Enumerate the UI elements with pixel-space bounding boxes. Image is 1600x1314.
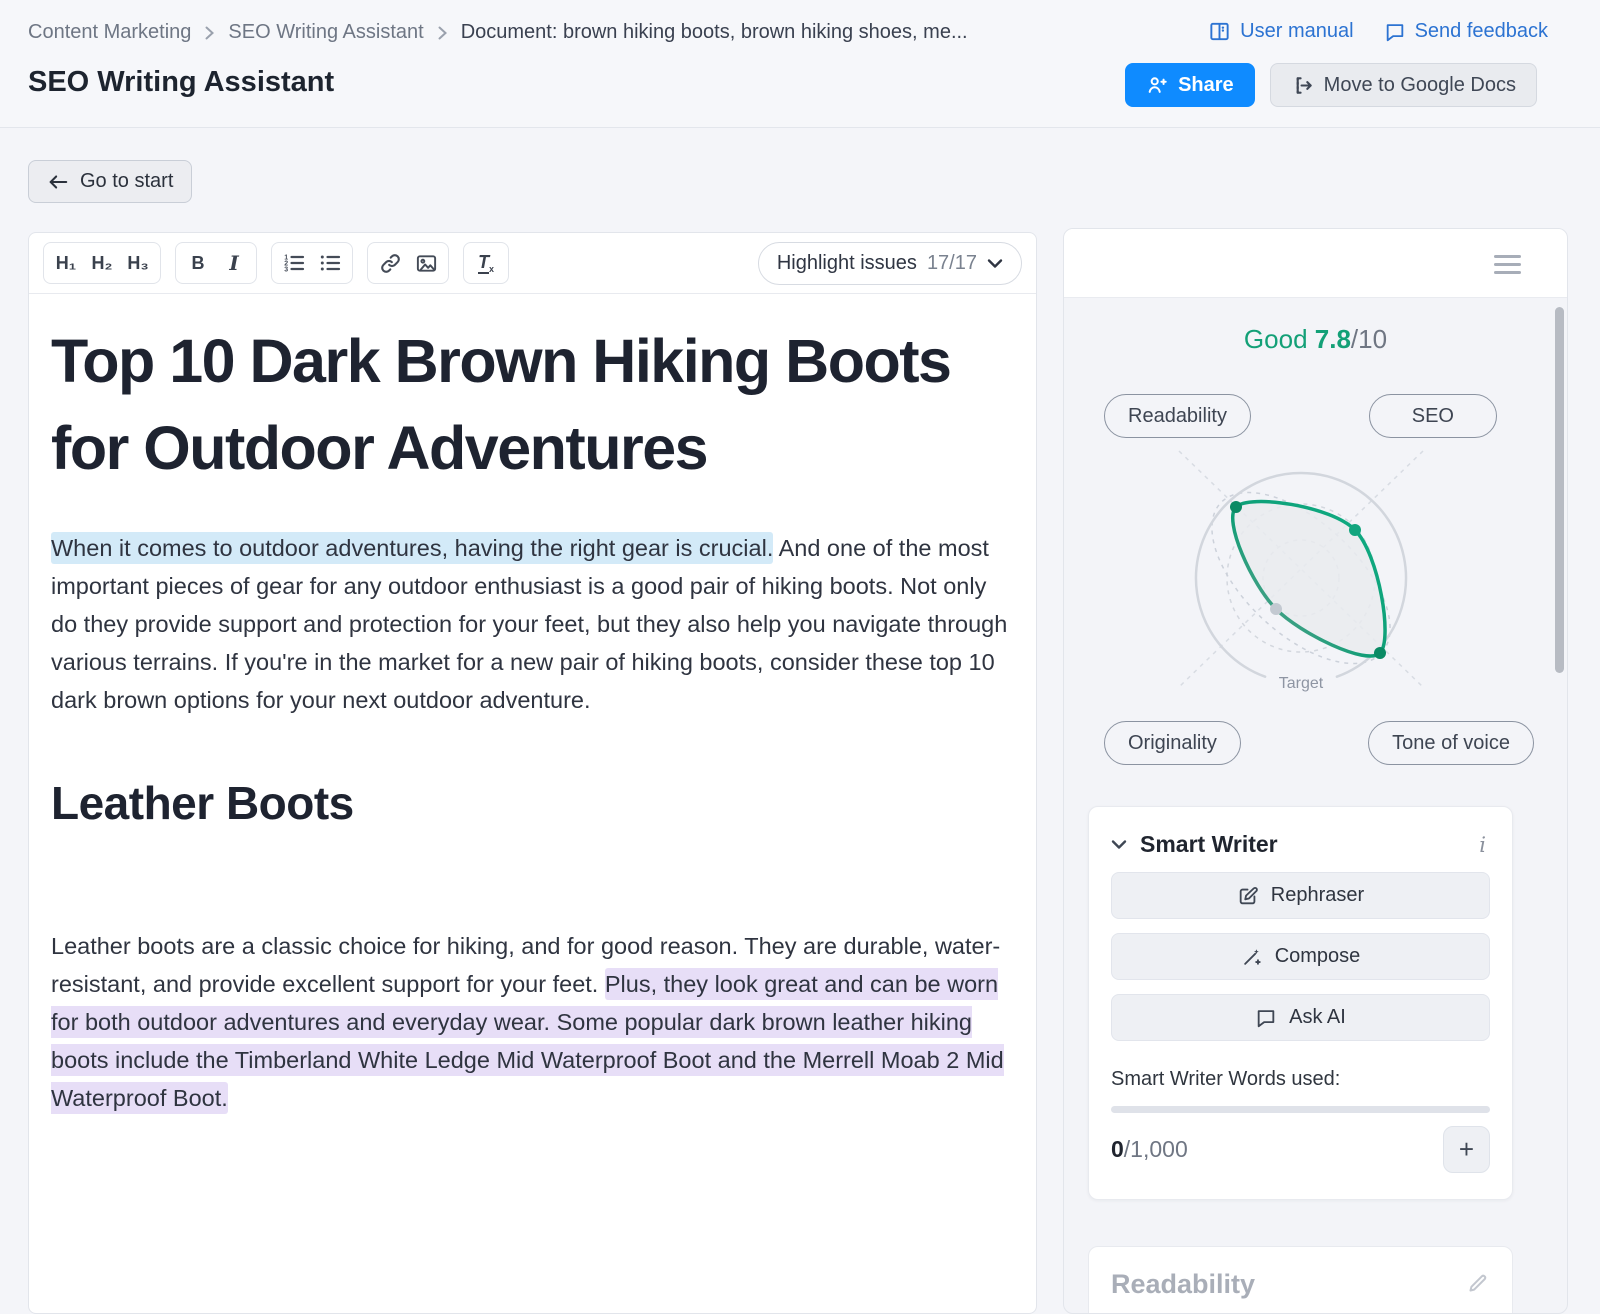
axis-pill-seo[interactable]: SEO	[1369, 394, 1497, 438]
move-to-google-docs-button[interactable]: Move to Google Docs	[1270, 63, 1537, 107]
go-to-start-button[interactable]: Go to start	[28, 160, 192, 203]
text-style-group: B I	[175, 242, 257, 284]
ordered-list-button[interactable]: 123	[276, 246, 312, 280]
breadcrumb-document: Document: brown hiking boots, brown hiki…	[461, 21, 968, 44]
paragraph-leather-boots[interactable]: Leather boots are a classic choice for h…	[51, 927, 1014, 1117]
chevron-down-icon	[1111, 839, 1127, 850]
pencil-square-icon	[1237, 885, 1259, 907]
send-feedback-link[interactable]: Send feedback	[1384, 20, 1548, 43]
link-icon	[379, 252, 402, 275]
italic-icon: I	[229, 251, 238, 275]
increase-limit-button[interactable]: +	[1443, 1126, 1490, 1173]
user-manual-link[interactable]: User manual	[1208, 20, 1353, 43]
header-actions: Share Move to Google Docs	[1125, 63, 1537, 107]
heading3-button[interactable]: H₃	[120, 246, 156, 280]
insert-link-button[interactable]	[372, 246, 408, 280]
breadcrumb-seo-writing-assistant[interactable]: SEO Writing Assistant	[228, 21, 423, 44]
share-button[interactable]: Share	[1125, 63, 1255, 107]
ask-ai-button[interactable]: Ask AI	[1111, 994, 1490, 1041]
rephraser-button[interactable]: Rephraser	[1111, 872, 1490, 919]
readability-card: Readability	[1088, 1246, 1513, 1314]
axis-pill-tone-of-voice[interactable]: Tone of voice	[1368, 721, 1534, 765]
smart-writer-header[interactable]: Smart Writer i	[1111, 831, 1490, 858]
top-header: Content Marketing SEO Writing Assistant …	[0, 0, 1600, 128]
words-used-progress-bar	[1111, 1106, 1490, 1113]
highlight-issues-label: Highlight issues	[777, 252, 917, 275]
ordered-list-icon: 123	[282, 251, 306, 275]
chat-bubble-icon	[1255, 1007, 1277, 1029]
document-content[interactable]: Top 10 Dark Brown Hiking Boots for Outdo…	[29, 294, 1036, 1117]
words-usage-row: 0/1,000 +	[1111, 1126, 1490, 1173]
highlighted-text-segment: When it comes to outdoor adventures, hav…	[51, 532, 773, 564]
bullet-list-icon	[318, 251, 342, 275]
export-arrow-icon	[1291, 74, 1314, 97]
image-icon	[415, 252, 438, 275]
paragraph-intro[interactable]: When it comes to outdoor adventures, hav…	[51, 529, 1014, 719]
breadcrumb: Content Marketing SEO Writing Assistant …	[28, 21, 968, 44]
score-value: 7.8	[1315, 324, 1351, 354]
info-icon[interactable]: i	[1479, 833, 1490, 857]
page-title: SEO Writing Assistant	[28, 66, 334, 99]
seo-score-dot	[1349, 524, 1361, 536]
document-title[interactable]: Top 10 Dark Brown Hiking Boots for Outdo…	[51, 318, 1001, 492]
bullet-list-button[interactable]	[312, 246, 348, 280]
breadcrumb-content-marketing[interactable]: Content Marketing	[28, 21, 191, 44]
highlight-issues-dropdown[interactable]: Highlight issues 17/17	[758, 242, 1022, 285]
heading2-button[interactable]: H₂	[84, 246, 120, 280]
smart-writer-card: Smart Writer i Rephraser Compose Ask AI …	[1088, 806, 1513, 1200]
header-links: User manual Send feedback	[1208, 20, 1548, 43]
book-icon	[1208, 20, 1231, 43]
words-used-label: Smart Writer Words used:	[1111, 1068, 1490, 1091]
bold-button[interactable]: B	[180, 246, 216, 280]
score-radar-chart: Target	[1151, 441, 1451, 716]
person-plus-icon	[1146, 74, 1168, 96]
readability-score-dot	[1230, 501, 1242, 513]
rephraser-label: Rephraser	[1271, 884, 1364, 907]
overall-score: Good 7.8/10	[1064, 324, 1567, 355]
section-heading-leather-boots[interactable]: Leather Boots	[51, 775, 1014, 831]
radar-target-label: Target	[1279, 675, 1324, 692]
smart-writer-title: Smart Writer	[1140, 831, 1466, 858]
editor-toolbar: H₁ H₂ H₃ B I 123	[29, 233, 1036, 294]
pencil-icon[interactable]	[1466, 1271, 1490, 1295]
clear-formatting-icon: Tₓ	[478, 252, 494, 274]
score-max: /10	[1351, 324, 1387, 354]
document-editor-card: H₁ H₂ H₃ B I 123	[28, 232, 1037, 1314]
compose-label: Compose	[1275, 945, 1361, 968]
svg-text:3: 3	[284, 266, 288, 273]
share-label: Share	[1178, 74, 1234, 97]
score-sidebar-panel: Good 7.8/10 Readability SEO Targ	[1063, 228, 1568, 1314]
heading-buttons-group: H₁ H₂ H₃	[43, 242, 161, 284]
go-to-start-label: Go to start	[80, 170, 173, 193]
chevron-down-icon	[987, 258, 1003, 269]
list-buttons-group: 123	[271, 242, 353, 284]
insert-image-button[interactable]	[408, 246, 444, 280]
breadcrumb-separator-icon	[437, 24, 448, 42]
insert-buttons-group	[367, 242, 449, 284]
words-usage-value: 0/1,000	[1111, 1136, 1443, 1163]
compose-button[interactable]: Compose	[1111, 933, 1490, 980]
originality-score-dot	[1270, 603, 1282, 615]
axis-pill-readability[interactable]: Readability	[1104, 394, 1251, 438]
user-manual-label: User manual	[1240, 20, 1353, 43]
readability-card-title: Readability	[1111, 1269, 1466, 1300]
sidebar-header	[1064, 229, 1567, 298]
magic-wand-icon	[1241, 946, 1263, 968]
axis-pill-originality[interactable]: Originality	[1104, 721, 1241, 765]
heading1-button[interactable]: H₁	[48, 246, 84, 280]
tone-of-voice-score-dot	[1374, 647, 1386, 659]
clear-format-group: Tₓ	[463, 242, 509, 284]
italic-button[interactable]: I	[216, 246, 252, 280]
breadcrumb-separator-icon	[204, 24, 215, 42]
menu-icon[interactable]	[1494, 255, 1521, 279]
chat-bubble-icon	[1384, 21, 1406, 43]
left-arrow-icon	[47, 173, 69, 191]
ask-ai-label: Ask AI	[1289, 1006, 1346, 1029]
clear-formatting-button[interactable]: Tₓ	[468, 246, 504, 280]
score-grade: Good	[1244, 324, 1308, 354]
sidebar-scrollbar[interactable]	[1555, 307, 1564, 673]
move-to-google-docs-label: Move to Google Docs	[1324, 74, 1516, 97]
highlight-issues-count: 17/17	[927, 252, 977, 275]
send-feedback-label: Send feedback	[1415, 20, 1548, 43]
